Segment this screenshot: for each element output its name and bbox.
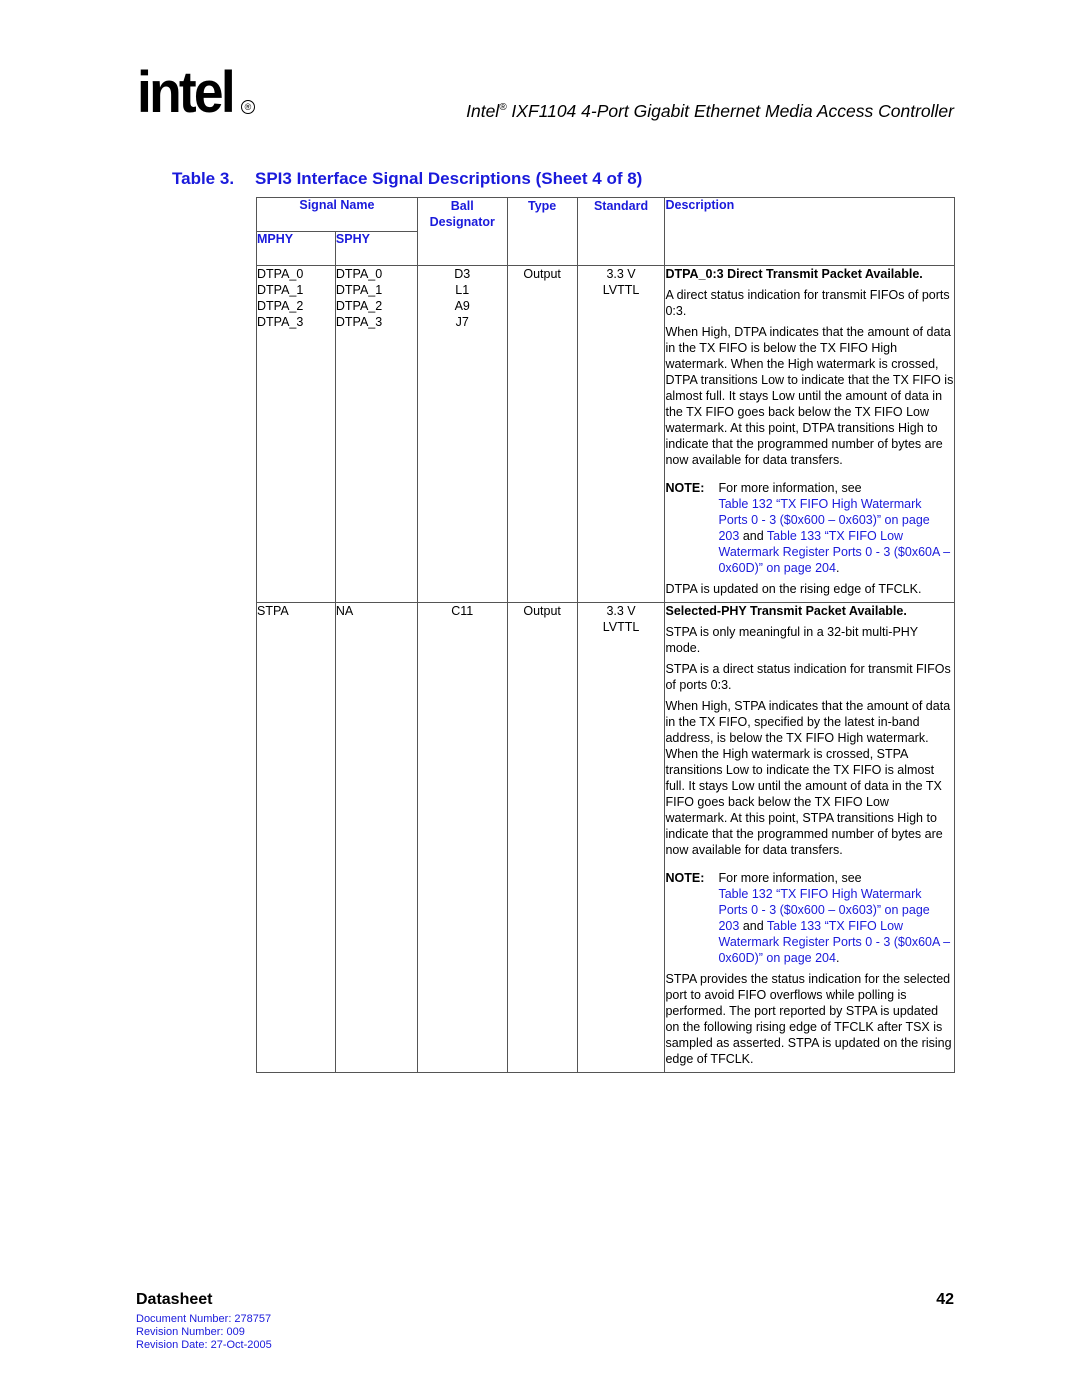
sphy-cell-value: DTPA_2	[335, 299, 383, 313]
note-label: NOTE:	[665, 871, 705, 885]
table-caption: Table 3. SPI3 Interface Signal Descriptio…	[172, 169, 642, 189]
table-row: DTPA_0 DTPA_1 DTPA_2 DTPA_3 DTPA_0 DTPA_1 DTPA…	[256, 265, 955, 603]
header-type: Type	[506, 197, 578, 266]
mphy-cell-value: DTPA_3	[257, 315, 304, 329]
mphy-cell-value: DTPA_2	[257, 299, 304, 313]
note-and-text: and	[739, 529, 767, 543]
description-paragraph: When High, STPA indicates that the amoun…	[665, 699, 951, 857]
description-paragraph: A direct status indication for transmit …	[665, 288, 950, 318]
sphy-cell-value: DTPA_3	[335, 315, 383, 329]
sphy-cell-value: NA	[335, 604, 354, 618]
note-and-text: and	[739, 919, 767, 933]
ball-cell-value: C11	[451, 604, 474, 618]
mphy-cell: STPA	[256, 602, 336, 1073]
description-paragraph: STPA is a direct status indication for t…	[665, 662, 951, 692]
header-ball-designator: Ball Designator	[416, 197, 508, 266]
note-label: NOTE:	[665, 481, 705, 495]
ball-cell: C11	[416, 602, 508, 1073]
description-paragraph: When High, DTPA indicates that the amoun…	[665, 325, 954, 467]
note-references: Table 132 “TX FIFO High Watermark Ports …	[718, 886, 954, 966]
mphy-cell-value: DTPA_1	[257, 283, 304, 297]
ball-cell-value: L1	[455, 283, 470, 297]
note-block: NOTE: For more information, see Table 132 …	[665, 870, 954, 966]
mphy-cell-value: STPA	[257, 604, 289, 618]
sphy-cell-value: DTPA_1	[335, 283, 383, 297]
description-cell: DTPA_0:3 Direct Transmit Packet Availabl…	[664, 265, 955, 603]
logo-wordmark: intel	[137, 60, 236, 125]
standard-value: LVTTL	[602, 620, 640, 634]
intel-logo: intel ®	[137, 64, 267, 134]
revision-date: Revision Date: 27-Oct-2005	[136, 1339, 272, 1351]
note-end-text: .	[835, 951, 840, 965]
header-sphy: SPHY	[334, 231, 418, 266]
sphy-cell-value: DTPA_0	[335, 267, 383, 281]
signal-description-table: Signal Name Ball Designator Type Standar…	[256, 197, 955, 1073]
header-description: Description	[664, 197, 955, 266]
revision-number: Revision Number: 009	[136, 1326, 245, 1338]
ball-cell: D3 L1 A9 J7	[416, 265, 508, 603]
sphy-cell: DTPA_0 DTPA_1 DTPA_2 DTPA_3	[334, 265, 418, 603]
mphy-cell: DTPA_0 DTPA_1 DTPA_2 DTPA_3	[256, 265, 336, 603]
description-paragraph: STPA provides the status indication for …	[665, 972, 952, 1066]
document-header-title: Intel® IXF1104 4-Port Gigabit Ethernet M…	[466, 101, 954, 122]
description-cell: Selected-PHY Transmit Packet Available. S…	[664, 602, 955, 1073]
header-brand: Intel	[466, 101, 500, 121]
footer-title: Datasheet	[136, 1291, 213, 1308]
ball-cell-value: J7	[455, 315, 469, 329]
header-ball-line2: Designator	[429, 215, 495, 229]
standard-cell: 3.3 V LVTTL	[576, 265, 666, 603]
table-title: SPI3 Interface Signal Descriptions (Shee…	[255, 169, 643, 188]
header-signal-name: Signal Name	[256, 197, 418, 232]
header-mphy: MPHY	[256, 231, 336, 266]
description-heading: DTPA_0:3 Direct Transmit Packet Availabl…	[665, 267, 923, 281]
standard-value: LVTTL	[602, 283, 640, 297]
ball-cell-value: A9	[454, 299, 470, 313]
registered-mark-icon: ®	[241, 100, 255, 114]
mphy-cell-value: DTPA_0	[257, 267, 304, 281]
header-ball-line1: Ball	[450, 199, 474, 213]
header-reg-mark: ®	[499, 102, 507, 114]
page-number: 42	[936, 1291, 954, 1308]
note-body: For more information, see Table 132 “TX F…	[718, 870, 954, 966]
note-intro: For more information, see	[718, 871, 862, 885]
standard-value: 3.3 V	[606, 267, 636, 281]
type-cell: Output	[506, 602, 578, 1073]
note-block: NOTE: For more information, see Table 132 …	[665, 480, 954, 576]
header-product: IXF1104 4-Port Gigabit Ethernet Media Ac…	[506, 101, 954, 121]
type-cell: Output	[506, 265, 578, 603]
standard-value: 3.3 V	[606, 604, 636, 618]
description-paragraph: STPA is only meaningful in a 32-bit mult…	[665, 625, 918, 655]
header-standard: Standard	[576, 197, 666, 266]
note-end-text: .	[835, 561, 840, 575]
description-heading: Selected-PHY Transmit Packet Available.	[665, 604, 907, 618]
standard-cell: 3.3 V LVTTL	[576, 602, 666, 1073]
note-intro: For more information, see	[718, 481, 862, 495]
note-body: For more information, see Table 132 “TX F…	[718, 480, 954, 576]
table-row: STPA NA C11 Output 3.3 V LVTTL Selected-PHY Tr…	[256, 602, 955, 1073]
table-number: Table 3.	[172, 169, 235, 188]
footer-metadata: Document Number: 278757 Revision Number:…	[136, 1313, 272, 1352]
ball-cell-value: D3	[454, 267, 471, 281]
document-number: Document Number: 278757	[136, 1313, 272, 1325]
note-references: Table 132 “TX FIFO High Watermark Ports …	[718, 496, 954, 576]
description-paragraph: DTPA is updated on the rising edge of TF…	[665, 582, 922, 596]
sphy-cell: NA	[334, 602, 418, 1073]
